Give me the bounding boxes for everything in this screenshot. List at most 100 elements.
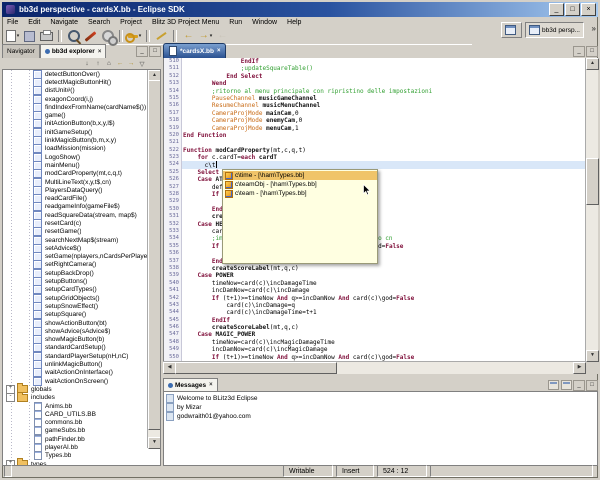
tree-item[interactable]: mainMenu() bbox=[3, 161, 160, 169]
minimize-button[interactable]: _ bbox=[549, 3, 564, 16]
code-line[interactable]: 518 CameraProjMode enemyCam,0 bbox=[164, 117, 586, 124]
back-button[interactable]: ← bbox=[181, 29, 196, 43]
scroll-down-icon[interactable]: ▼ bbox=[148, 437, 161, 449]
explorer-vertical-scrollbar[interactable]: ▲ ▼ bbox=[147, 70, 160, 448]
autocomplete-item[interactable]: c\teamObj - [\ham\Types.bb] bbox=[223, 180, 377, 189]
menu-window[interactable]: Window bbox=[247, 18, 282, 27]
editor-horizontal-scrollbar[interactable]: ◀ ▶ bbox=[163, 361, 586, 374]
title-bar[interactable]: bb3d perspective - cardsX.bb - Eclipse S… bbox=[2, 2, 598, 17]
tree-item[interactable]: setGame(nplayers,nCardsPerPlayer) bbox=[3, 253, 160, 261]
tree-item[interactable]: distUnit#() bbox=[3, 87, 160, 95]
forward-history-button[interactable]: → bbox=[126, 59, 136, 68]
maximize-view-button[interactable]: □ bbox=[149, 46, 161, 57]
tab-messages[interactable]: Messages × bbox=[163, 378, 218, 391]
code-line[interactable]: 540 timeNow=card(c)\incDamageTime bbox=[164, 280, 586, 287]
tree-item[interactable]: commons.bb bbox=[3, 418, 160, 426]
code-line[interactable]: 546 createScoreLabel(mt,q,c) bbox=[164, 324, 586, 331]
tree-item[interactable]: CARD_UTILS.BB bbox=[3, 410, 160, 418]
code-line[interactable]: 538 createScoreLabel(mt,q,c) bbox=[164, 265, 586, 272]
save-button[interactable] bbox=[22, 29, 37, 43]
tree-item[interactable]: unlinkMagicButton() bbox=[3, 360, 160, 368]
scrollbar-thumb[interactable] bbox=[175, 362, 337, 374]
tree-item[interactable]: Types.bb bbox=[3, 452, 160, 460]
back-history-button[interactable]: ← bbox=[115, 59, 125, 68]
view-menu-button[interactable]: ▽ bbox=[137, 59, 147, 68]
tree-item[interactable]: waitActionOnScreen() bbox=[3, 377, 160, 385]
tree-item[interactable]: resetCard(c) bbox=[3, 219, 160, 227]
tree-item[interactable]: initActionButton(b,x,y,l$) bbox=[3, 120, 160, 128]
collapse-all-button[interactable]: ↑ bbox=[93, 59, 103, 68]
maximize-view-button[interactable]: □ bbox=[586, 380, 598, 391]
forward-button[interactable]: →▾ bbox=[198, 29, 213, 43]
tree-item[interactable]: readgameInfo(gameFile$) bbox=[3, 203, 160, 211]
tree-item[interactable]: detectButtonOver() bbox=[3, 70, 160, 78]
menu-run[interactable]: Run bbox=[224, 18, 247, 27]
tree-item[interactable]: PlayersDataQuery() bbox=[3, 186, 160, 194]
code-line[interactable]: 512 End Select bbox=[164, 73, 586, 80]
tab-cardsx-bb[interactable]: *cardsX.bb × bbox=[163, 43, 226, 58]
close-icon[interactable]: × bbox=[98, 49, 102, 55]
scroll-right-icon[interactable]: ▶ bbox=[573, 362, 586, 374]
code-line[interactable]: 515 PauseChannel musicGameChannel bbox=[164, 95, 586, 102]
menu-help[interactable]: Help bbox=[282, 18, 306, 27]
minimize-view-button[interactable]: _ bbox=[573, 380, 585, 391]
sort-button[interactable]: ↓ bbox=[82, 59, 92, 68]
settings-button[interactable] bbox=[100, 29, 115, 43]
tab-bb3d-explorer[interactable]: bb3d explorer × bbox=[40, 44, 107, 58]
tree-item[interactable]: LogoShow() bbox=[3, 153, 160, 161]
tree-item[interactable]: readCardFile() bbox=[3, 194, 160, 202]
tree-item[interactable]: game() bbox=[3, 111, 160, 119]
close-button[interactable]: × bbox=[581, 3, 596, 16]
autocomplete-item[interactable]: c\team - [\ham\Types.bb] bbox=[223, 189, 377, 198]
tree-item[interactable]: setupSquare() bbox=[3, 311, 160, 319]
tree-item[interactable]: setupCardTypes() bbox=[3, 286, 160, 294]
minimize-editor-button[interactable]: _ bbox=[573, 46, 585, 57]
code-line[interactable]: 522Function modCardProperty(mt,c,q,t) bbox=[164, 147, 586, 154]
home-button[interactable]: ⌂ bbox=[104, 59, 114, 68]
code-line[interactable]: 542 If (t+1)>=timeNow And q>=incDamNow A… bbox=[164, 295, 586, 302]
code-line[interactable]: 549 incDamNow=card(c)\incMagicDamage bbox=[164, 346, 586, 353]
minimize-view-button[interactable]: _ bbox=[136, 46, 148, 57]
code-line[interactable]: 511 ;updateSquareTable() bbox=[164, 65, 586, 72]
tree-item[interactable]: gameSubs.bb bbox=[3, 427, 160, 435]
messages-content[interactable]: Welcome to BLitz3d Eclipseby Mizargodwra… bbox=[163, 391, 598, 466]
autocomplete-item[interactable]: c\time - [\ham\Types.bb] bbox=[223, 171, 377, 180]
clear-console-icon[interactable] bbox=[561, 380, 572, 390]
editor-vertical-scrollbar[interactable]: ▲ ▼ bbox=[585, 58, 598, 362]
menu-navigate[interactable]: Navigate bbox=[45, 18, 83, 27]
tree-item[interactable]: setupBackDrop() bbox=[3, 269, 160, 277]
tree-item[interactable]: showMagicButton(b) bbox=[3, 336, 160, 344]
menu-edit[interactable]: Edit bbox=[23, 18, 45, 27]
search-button[interactable] bbox=[66, 29, 81, 43]
tree-item[interactable]: setupGridObjects() bbox=[3, 294, 160, 302]
print-button[interactable] bbox=[39, 29, 54, 43]
scrollbar-thumb[interactable] bbox=[586, 158, 599, 205]
menu-search[interactable]: Search bbox=[83, 18, 115, 27]
code-line[interactable]: 519 CameraProjMode menuCam,1 bbox=[164, 125, 586, 132]
code-line[interactable]: 517 CameraProjMode mainCam,0 bbox=[164, 110, 586, 117]
tree-item[interactable]: readSquareData(stream, map$) bbox=[3, 211, 160, 219]
tree-item[interactable]: showAdvice(sAdvice$) bbox=[3, 327, 160, 335]
perspective-bb3d-button[interactable]: bb3d persp... bbox=[525, 22, 584, 38]
tree-item[interactable]: MultiLineText(x,y,t$,cn) bbox=[3, 178, 160, 186]
mark-occurrences-button[interactable] bbox=[154, 29, 169, 43]
code-line[interactable]: 545 EndIf bbox=[164, 317, 586, 324]
code-line[interactable]: 516 ResumeChannel musicMenuChannel bbox=[164, 102, 586, 109]
code-line[interactable]: 541 incDamNow=card(c)\incDamage bbox=[164, 287, 586, 294]
close-icon[interactable]: × bbox=[217, 48, 221, 54]
tree-item[interactable]: waitActionOnInterface() bbox=[3, 369, 160, 377]
tree-item[interactable]: setupButtons() bbox=[3, 277, 160, 285]
collapse-icon[interactable]: - bbox=[6, 393, 15, 402]
tree-item[interactable]: showActionButton(bt) bbox=[3, 319, 160, 327]
maximize-button[interactable]: □ bbox=[565, 3, 580, 16]
code-line[interactable]: 520End Function bbox=[164, 132, 586, 139]
build-button[interactable] bbox=[83, 29, 98, 43]
tree-item[interactable]: searchNextMap$(stream) bbox=[3, 236, 160, 244]
tree-item[interactable]: pathFinder.bb bbox=[3, 435, 160, 443]
menu-blitz-3d-project-menu[interactable]: Blitz 3D Project Menu bbox=[147, 18, 224, 27]
tree-item[interactable]: setAdvice$() bbox=[3, 244, 160, 252]
tree-item[interactable]: loadMission(mission) bbox=[3, 145, 160, 153]
menu-file[interactable]: File bbox=[2, 18, 23, 27]
external-tools-button[interactable]: ▾ bbox=[127, 29, 142, 43]
tree-item[interactable]: setRightCamera() bbox=[3, 261, 160, 269]
